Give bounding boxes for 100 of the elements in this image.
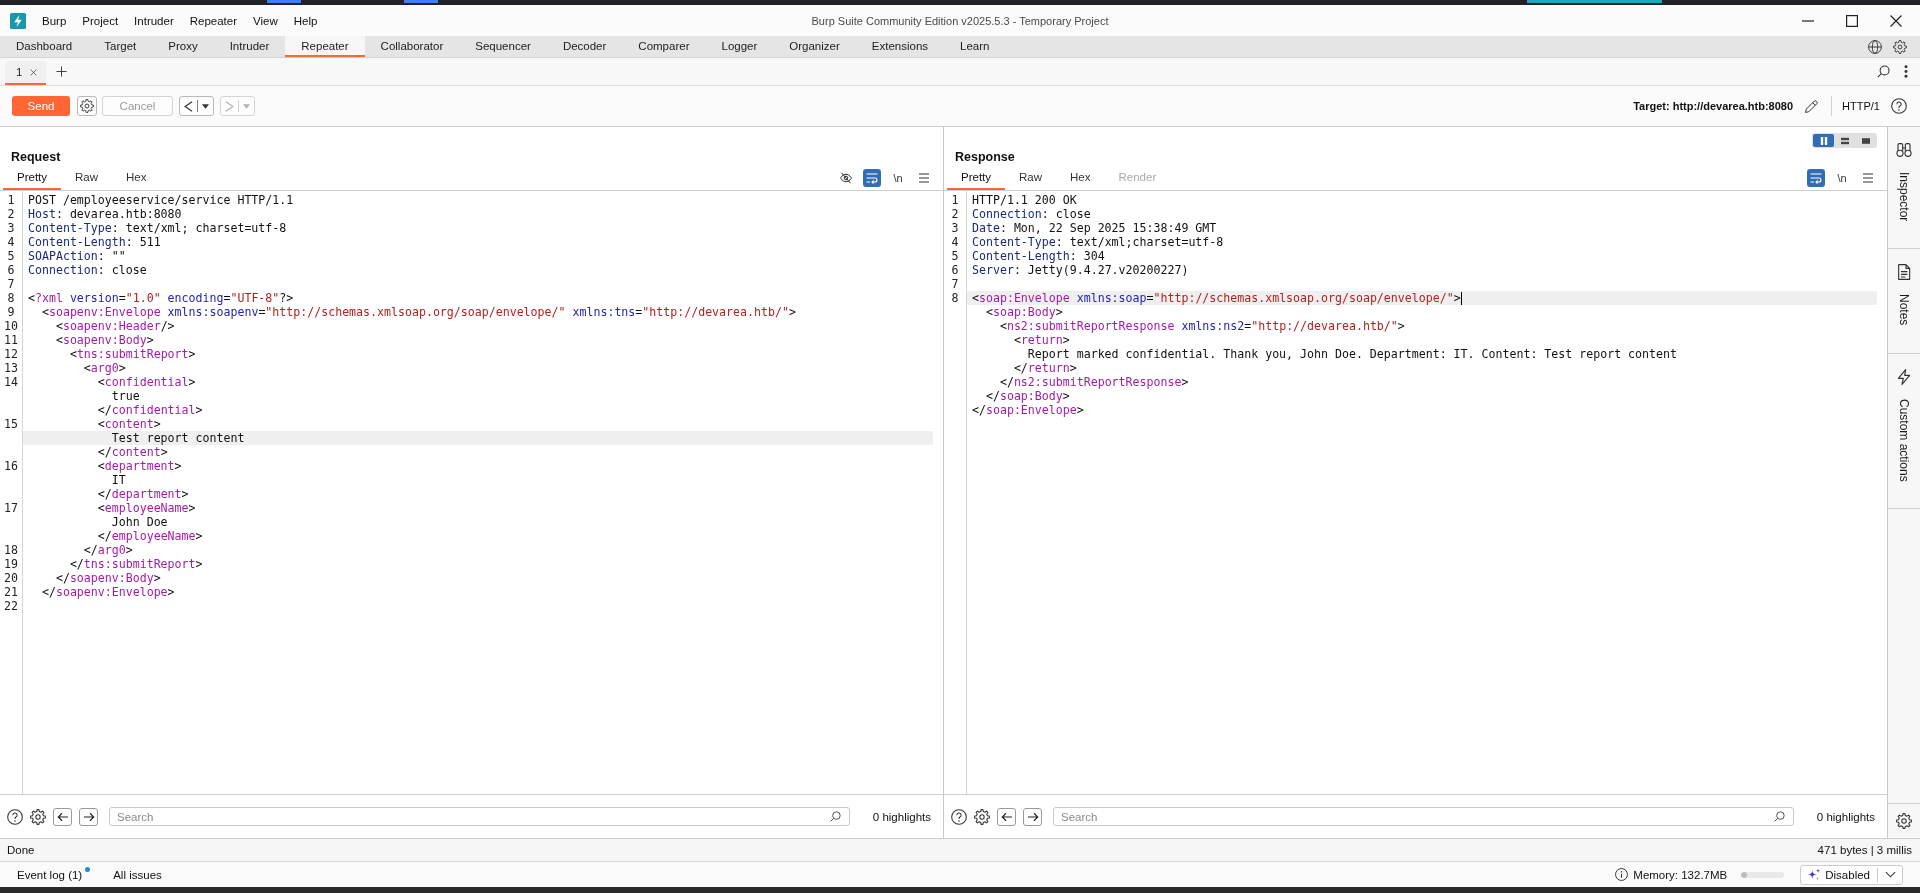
chevron-down-icon[interactable]	[1885, 869, 1896, 880]
settings-icon[interactable]	[30, 808, 46, 825]
view-tab[interactable]: Pretty	[3, 166, 62, 190]
menu-item[interactable]: View	[245, 14, 286, 27]
code-line: </tns:submitReport>	[68, 557, 203, 571]
line-number: 11	[3, 333, 19, 347]
code-line: <soapenv:Envelope xmlns:soapenv="http://schemas.xmlsoap.org/soap/envelope/" xmlns:tns="http://devarea.htb/">	[40, 305, 796, 319]
main-tab[interactable]: Organizer	[773, 36, 856, 57]
code-line: <return>	[1012, 333, 1070, 347]
line-number: 7	[6, 277, 16, 291]
settings-icon	[1896, 813, 1912, 829]
view-tab[interactable]: Pretty	[947, 166, 1006, 190]
main-tab[interactable]: Sequencer	[459, 36, 547, 57]
view-tab[interactable]: Raw	[1005, 166, 1057, 190]
menu-item[interactable]: Intruder	[126, 14, 182, 27]
previous-match-button[interactable]	[53, 807, 72, 826]
all-issues-button[interactable]: All issues	[106, 868, 169, 881]
code-line: <arg0>	[82, 361, 126, 375]
menu-icon	[1862, 172, 1874, 184]
settings-button[interactable]	[77, 96, 97, 116]
plus-icon[interactable]	[56, 66, 68, 77]
line-number: 7	[950, 277, 960, 291]
code-line: John Doe	[110, 515, 168, 529]
close-icon[interactable]	[1890, 14, 1902, 27]
next-match-button[interactable]	[79, 807, 98, 826]
help-icon[interactable]	[7, 808, 23, 825]
columns-icon	[1819, 136, 1828, 145]
newline-toggle-button[interactable]: \n	[1833, 169, 1851, 187]
request-tab[interactable]: 1	[5, 61, 47, 85]
next-match-button[interactable]	[1023, 807, 1042, 826]
app-logo-icon	[10, 12, 26, 29]
menu-item[interactable]: Repeater	[181, 14, 246, 27]
main-tab[interactable]: Repeater	[285, 36, 365, 57]
wrap-text-icon	[866, 172, 878, 184]
code-line: Server: Jetty(9.4.27.v20200227)	[972, 263, 1189, 277]
newline-toggle-button[interactable]: \n	[889, 169, 907, 187]
menu-item[interactable]: Burp	[34, 14, 75, 27]
view-tab[interactable]: Hex	[1056, 166, 1105, 190]
code-line: IT	[110, 473, 126, 487]
main-tab[interactable]: Logger	[705, 36, 774, 57]
line-number: 17	[3, 501, 19, 517]
code-line: </content>	[96, 445, 168, 459]
code-line: <soapenv:Body>	[54, 333, 154, 347]
menu-icon	[918, 172, 930, 184]
taskbar-indicator	[404, 0, 438, 3]
settings-icon[interactable]	[974, 808, 990, 825]
line-number: 2	[6, 207, 16, 221]
ai-mode-button[interactable]: Disabled	[1800, 864, 1903, 885]
code-line: Content-Type: text/xml; charset=utf-8	[28, 221, 287, 235]
line-number: 4	[6, 235, 16, 249]
main-tab[interactable]: Intruder	[213, 36, 286, 57]
highlight-count: 0 highlights	[872, 810, 931, 823]
chevron-right-icon	[225, 100, 234, 112]
settings-icon[interactable]	[1893, 39, 1907, 54]
help-icon[interactable]	[1891, 98, 1907, 114]
main-tab[interactable]: Proxy	[152, 36, 214, 57]
sparkle-icon	[1807, 867, 1822, 882]
main-tab[interactable]: Collaborator	[364, 36, 460, 57]
main-tab[interactable]: Target	[88, 36, 153, 57]
minimize-icon[interactable]	[1802, 19, 1814, 22]
wrap-toggle-button[interactable]	[1807, 169, 1825, 187]
target-label: Target: http://devarea.htb:8080	[1633, 100, 1794, 112]
back-button[interactable]	[179, 96, 214, 116]
menu-item[interactable]: Help	[285, 14, 326, 27]
pencil-icon[interactable]	[1804, 98, 1820, 114]
main-tab[interactable]: Decoder	[546, 36, 623, 57]
code-line: Date: Mon, 22 Sep 2025 15:38:49 GMT	[972, 221, 1217, 235]
side-panel-tab[interactable]: Inspector	[1888, 127, 1920, 250]
side-panel-tab[interactable]: Notes	[1888, 249, 1920, 354]
code-line: Content-Length: 511	[28, 235, 161, 249]
code-line: Content-Length: 304	[972, 249, 1105, 263]
search-field[interactable]: Search	[109, 807, 850, 826]
code-line: Test report content	[110, 431, 245, 445]
code-line: </return>	[1012, 361, 1077, 375]
main-tab[interactable]: Learn	[944, 36, 1006, 57]
code-line: </employeeName>	[96, 529, 203, 543]
code-line: <soap:Body>	[984, 305, 1063, 319]
wrap-toggle-button[interactable]	[863, 169, 881, 187]
search-field[interactable]: Search	[1053, 807, 1794, 826]
arrow-left-icon	[1000, 810, 1013, 823]
protocol-label[interactable]: HTTP/1	[1842, 100, 1880, 112]
main-tab[interactable]: Extensions	[855, 36, 945, 57]
side-panel-tab[interactable]: Custom actions	[1888, 353, 1920, 510]
event-log-button[interactable]: Event log (1)	[10, 868, 98, 881]
main-tab[interactable]: Comparer	[622, 36, 706, 57]
globe-icon[interactable]	[1868, 39, 1882, 54]
wrap-text-icon	[1810, 172, 1822, 184]
main-tab[interactable]: Dashboard	[0, 36, 89, 57]
view-tab[interactable]: Hex	[112, 166, 161, 190]
more-icon[interactable]	[1904, 65, 1908, 78]
menu-item[interactable]: Project	[74, 14, 127, 27]
info-icon	[1615, 868, 1629, 881]
panel-title: Response	[955, 150, 1015, 166]
search-icon[interactable]	[1877, 65, 1890, 78]
layout-option-button[interactable]	[1813, 134, 1834, 147]
help-icon[interactable]	[951, 808, 967, 825]
arrow-right-icon	[1026, 810, 1039, 823]
previous-match-button[interactable]	[997, 807, 1016, 826]
maximize-icon[interactable]	[1846, 14, 1858, 27]
view-tab[interactable]: Raw	[61, 166, 113, 190]
